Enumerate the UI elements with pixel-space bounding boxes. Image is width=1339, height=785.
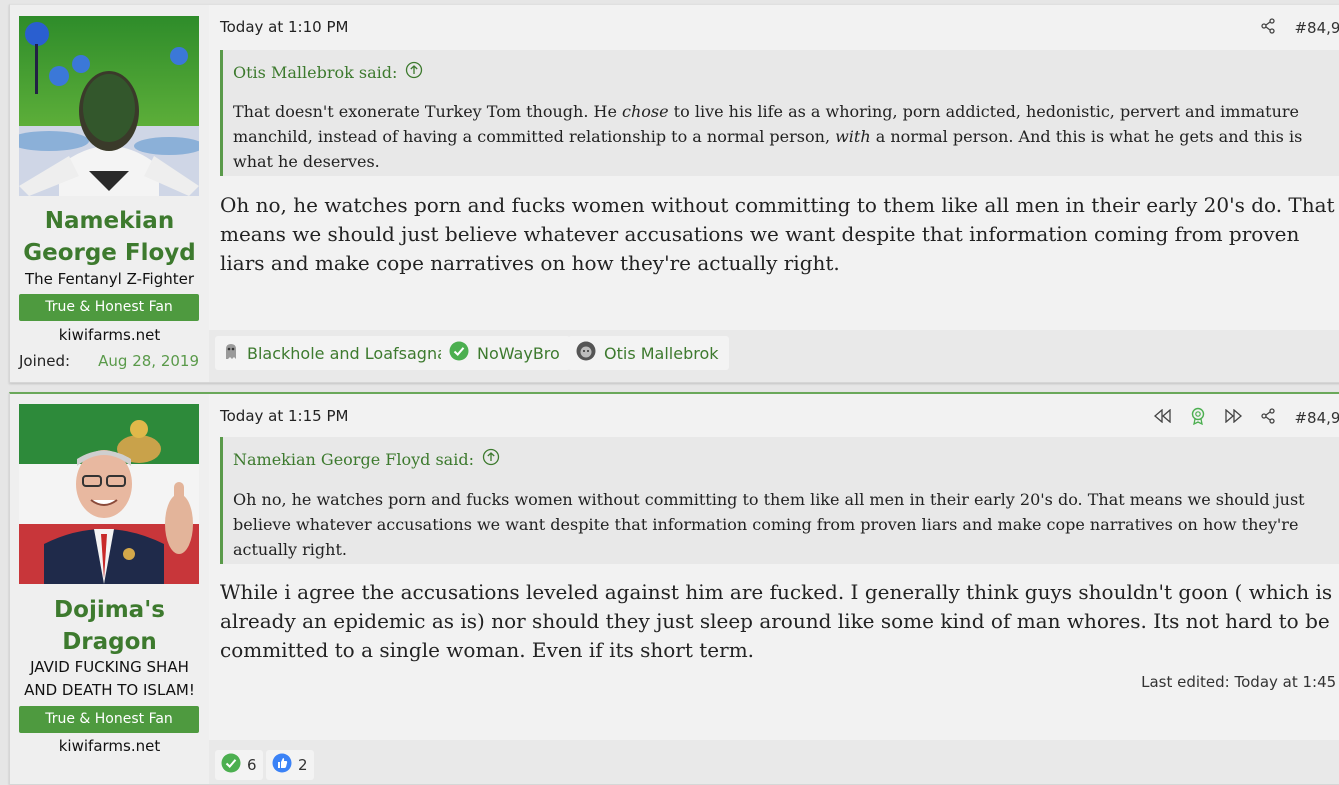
quote-text: That doesn't exonerate Turkey Tom though… — [233, 102, 623, 121]
reactions-bar: Blackhole and Loafsagna NoWayBro Otis Ma… — [209, 330, 1339, 382]
reaction-user[interactable]: Otis Mallebrok — [604, 344, 719, 363]
quote-author-name[interactable]: Otis Mallebrok said: — [233, 63, 397, 82]
post-84910: Namekian George Floyd The Fentanyl Z-Fig… — [9, 4, 1339, 383]
post-84911: Dojima's Dragon JAVID FUCKING SHAH AND D… — [9, 392, 1339, 785]
quote-author[interactable]: Namekian George Floyd said: — [233, 448, 500, 470]
post-number[interactable]: #84,91 — [1294, 19, 1339, 37]
post-body: While i agree the accusations leveled ag… — [220, 580, 1333, 662]
username[interactable]: Dojima's Dragon — [10, 594, 209, 658]
quote-author[interactable]: Otis Mallebrok said: — [233, 61, 423, 83]
post-main: Today at 1:15 PM #84,91 Namekian George … — [209, 394, 1339, 784]
quote-emphasis: with — [835, 127, 871, 146]
reaction-count: 2 — [298, 756, 308, 774]
user-panel: Namekian George Floyd The Fentanyl Z-Fig… — [10, 5, 209, 382]
quote-body: That doesn't exonerate Turkey Tom though… — [233, 99, 1336, 174]
post-time[interactable]: Today at 1:10 PM — [220, 18, 348, 36]
username-line[interactable]: George Floyd — [10, 237, 209, 269]
post-tools: #84,91 — [1154, 407, 1339, 429]
reaction-count: 6 — [247, 756, 257, 774]
user-site: kiwifarms.net — [58, 326, 161, 344]
post-tools: #84,91 — [1260, 18, 1339, 38]
check-icon — [449, 341, 469, 365]
joined-row: Joined: Aug 28, 2019 — [19, 352, 199, 370]
post-number[interactable]: #84,91 — [1294, 409, 1339, 427]
avatar[interactable] — [19, 16, 199, 196]
post-main: Today at 1:10 PM #84,91 Otis Mallebrok s… — [209, 5, 1339, 382]
username-line[interactable]: Namekian — [10, 205, 209, 237]
reaction-item[interactable]: Blackhole and Loafsagna — [215, 336, 457, 370]
award-icon[interactable] — [1190, 407, 1206, 429]
reaction-user[interactable]: NoWayBro — [477, 344, 560, 363]
reaction-count-item[interactable]: 6 — [215, 750, 263, 780]
quote-author-name[interactable]: Namekian George Floyd said: — [233, 450, 474, 469]
share-icon[interactable] — [1260, 408, 1276, 428]
user-title-line: AND DEATH TO ISLAM! — [24, 681, 195, 699]
post-body: Oh no, he watches porn and fucks women w… — [220, 193, 1335, 275]
username-line[interactable]: Dojima's — [10, 594, 209, 626]
joined-value: Aug 28, 2019 — [98, 352, 199, 370]
joined-label: Joined: — [19, 352, 71, 370]
user-banner: True & Honest Fan — [19, 706, 199, 733]
check-icon — [221, 753, 241, 777]
ghost-icon — [223, 342, 239, 364]
user-title: JAVID FUCKING SHAH AND DEATH TO ISLAM! — [10, 656, 209, 702]
rewind-icon[interactable] — [1154, 408, 1172, 427]
user-title-line: JAVID FUCKING SHAH — [30, 658, 189, 676]
post-time[interactable]: Today at 1:15 PM — [220, 407, 348, 425]
username-line[interactable]: Dragon — [10, 626, 209, 658]
arrow-up-circle-icon[interactable] — [405, 61, 423, 83]
reaction-item[interactable]: Otis Mallebrok — [568, 336, 729, 370]
quote-body: Oh no, he watches porn and fucks women w… — [233, 490, 1305, 559]
fast-forward-icon[interactable] — [1224, 408, 1243, 427]
reaction-item[interactable]: NoWayBro — [441, 336, 570, 370]
arrow-up-circle-icon[interactable] — [482, 448, 500, 470]
face-icon — [576, 341, 596, 365]
thumbs-up-icon — [272, 753, 292, 777]
user-panel: Dojima's Dragon JAVID FUCKING SHAH AND D… — [10, 394, 209, 784]
user-title: The Fentanyl Z-Fighter — [24, 270, 195, 288]
share-icon[interactable] — [1260, 18, 1276, 38]
last-edited[interactable]: Last edited: Today at 1:45 P — [1141, 673, 1339, 691]
username[interactable]: Namekian George Floyd — [10, 205, 209, 269]
user-site: kiwifarms.net — [58, 737, 161, 755]
quote-block: Otis Mallebrok said: That doesn't exoner… — [220, 50, 1339, 176]
reactions-bar: 6 2 — [209, 740, 1339, 784]
quote-block: Namekian George Floyd said: Oh no, he wa… — [220, 437, 1339, 564]
avatar[interactable] — [19, 404, 199, 584]
reaction-user[interactable]: Blackhole and Loafsagna — [247, 344, 447, 363]
reaction-count-item[interactable]: 2 — [266, 750, 314, 780]
user-banner: True & Honest Fan — [19, 294, 199, 321]
quote-emphasis: chose — [622, 102, 669, 121]
